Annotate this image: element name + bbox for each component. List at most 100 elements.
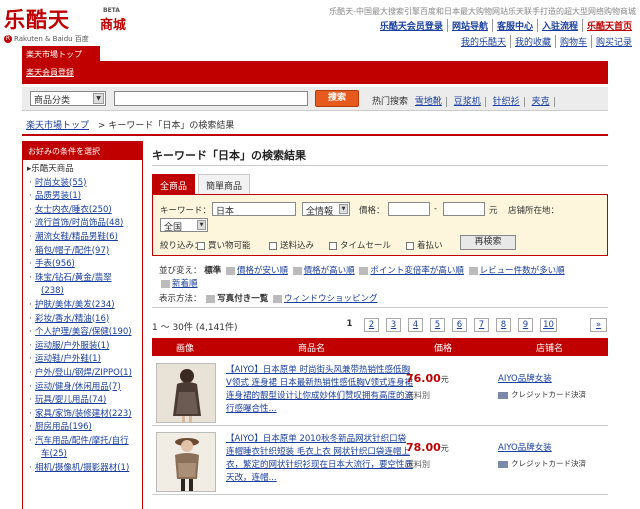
nav-home[interactable]: 乐酷天首页 bbox=[581, 19, 636, 32]
sidebar-category: 品质男装(1) bbox=[27, 190, 142, 204]
display-photo-list[interactable]: 写真付き一覧 bbox=[217, 294, 268, 304]
page-link[interactable]: 7 bbox=[474, 318, 489, 332]
page-next[interactable]: » bbox=[590, 318, 607, 332]
tab-all-products[interactable]: 全商品 bbox=[152, 174, 196, 194]
sidebar-category-link[interactable]: 珠宝/钻石/黄金/翡翠 bbox=[35, 273, 112, 283]
page-link[interactable]: 6 bbox=[452, 318, 467, 332]
search-filter-panel: キーワード： 日本 全情報 ▼ 價格： - 元 店铺所在地： 全国 ▼ 絞り込み： … bbox=[152, 194, 608, 256]
filter-checkbox[interactable]: 送料込み bbox=[269, 239, 314, 251]
sidebar-category-link[interactable]: 运动鞋/户外鞋(1) bbox=[35, 354, 101, 364]
nav-site-map[interactable]: 网站导航 bbox=[446, 19, 492, 32]
sidebar-category: 珠宝/钻石/黄金/翡翠 bbox=[27, 272, 142, 286]
logo-main-text: 乐酷天 bbox=[4, 7, 70, 32]
display-row: 表示方法： 写真付き一覧 ウィンドウショッピング bbox=[159, 292, 377, 304]
page-link[interactable]: 8 bbox=[496, 318, 511, 332]
sidebar-category-link[interactable]: 家具/家饰/装修建材(223) bbox=[35, 409, 132, 419]
logo[interactable]: 乐酷天 BETA 商城 R Rakuten & Baidu 百度 bbox=[4, 4, 154, 44]
table-row: 【AIYO】日本原单 2010秋冬新品网状针织口袋连帽睡衣针织短装 毛衣上衣 网… bbox=[152, 427, 608, 495]
search-input[interactable] bbox=[114, 91, 308, 106]
price-min-input[interactable] bbox=[388, 202, 430, 216]
filter-checkbox[interactable]: 買い物可能 bbox=[197, 239, 251, 251]
sort-standard[interactable]: 標準 bbox=[204, 266, 221, 276]
breadcrumb-root[interactable]: 楽天市場トップ bbox=[26, 121, 89, 131]
price-max-input[interactable] bbox=[443, 202, 485, 216]
search-bar: 商品分类 ▼ 搜索 热门搜索 雪地靴 豆浆机 针织衫 夹克 bbox=[22, 87, 608, 111]
sidebar-category-link[interactable]: 车(25) bbox=[41, 449, 67, 459]
shop-link[interactable]: AIYO品牌女装 bbox=[498, 441, 552, 453]
store-location-select[interactable]: 全国 ▼ bbox=[160, 218, 208, 233]
product-image[interactable] bbox=[156, 432, 216, 492]
hot-search-link[interactable]: 夹克 bbox=[531, 97, 555, 107]
sort-newest[interactable]: 新着順 bbox=[172, 279, 198, 289]
sidebar-category: 箱包/帽子/配件(97) bbox=[27, 245, 142, 259]
sidebar-category-link[interactable]: 汽车用品/配件/摩托/自行 bbox=[35, 436, 129, 446]
page-link[interactable]: 5 bbox=[430, 318, 445, 332]
checkbox-icon[interactable] bbox=[329, 241, 337, 250]
shipping-note: 送料別 bbox=[406, 391, 430, 400]
price-range-dash: - bbox=[434, 204, 438, 214]
hot-search-link[interactable]: 雪地靴 bbox=[414, 97, 447, 107]
tab-simple-products[interactable]: 簡單商品 bbox=[198, 174, 251, 194]
sort-price-desc[interactable]: 價格が高い順 bbox=[304, 266, 355, 276]
display-window-shopping[interactable]: ウィンドウショッピング bbox=[284, 294, 378, 304]
sidebar-root-category[interactable]: ▸乐酷天商品 bbox=[27, 163, 142, 177]
page-link[interactable]: 3 bbox=[386, 318, 401, 332]
sidebar-category-link[interactable]: 流行首饰/时尚饰品(48) bbox=[35, 218, 123, 228]
tab-market-top[interactable]: 楽天市場トップ bbox=[22, 46, 100, 61]
nav-customer-service[interactable]: 客服中心 bbox=[491, 19, 537, 32]
nav-member-login[interactable]: 乐酷天会员登录 bbox=[376, 19, 447, 32]
hot-search-link[interactable]: 针织衫 bbox=[492, 97, 525, 107]
member-register-link[interactable]: 楽天会員登録 bbox=[26, 67, 74, 78]
sort-reviews[interactable]: レビュー件数が多い順 bbox=[480, 266, 565, 276]
product-name-link[interactable]: 【AIYO】日本原单 2010秋冬新品网状针织口袋连帽睡衣针织短装 毛衣上衣 网… bbox=[226, 433, 414, 485]
sidebar-category: 相机/摄像机/摄影器材(1) bbox=[27, 462, 142, 476]
sidebar-category-link[interactable]: 运动服/户外服装(1) bbox=[35, 341, 109, 351]
filter-checkbox[interactable]: タイムセール bbox=[329, 239, 391, 251]
page-link[interactable]: 9 bbox=[518, 318, 533, 332]
sidebar-category-link[interactable]: 女士内衣/睡衣(250) bbox=[35, 205, 112, 215]
sidebar-category-link[interactable]: 手表(956) bbox=[35, 259, 75, 269]
category-select[interactable]: 商品分类 ▼ bbox=[30, 91, 106, 106]
checkbox-icon[interactable] bbox=[269, 241, 277, 250]
sidebar-category-link[interactable]: 护肤/美体/美发(234) bbox=[35, 300, 115, 310]
page-link[interactable]: 10 bbox=[540, 318, 557, 332]
sidebar-category-link[interactable]: 时尚女装(55) bbox=[35, 178, 86, 188]
search-button[interactable]: 搜索 bbox=[315, 90, 359, 107]
sidebar-category: 手表(956) bbox=[27, 258, 142, 272]
sort-icon bbox=[292, 266, 302, 275]
sort-icon bbox=[359, 266, 369, 275]
chevron-down-icon[interactable]: ▼ bbox=[93, 93, 104, 104]
sidebar-category-link[interactable]: 彩妆/香水/精油(16) bbox=[35, 314, 109, 324]
filter-checkbox[interactable]: 着払い bbox=[406, 239, 443, 251]
chevron-down-icon[interactable]: ▼ bbox=[339, 204, 348, 214]
sidebar-category-link[interactable]: 潮流女鞋/精品男鞋(6) bbox=[35, 232, 118, 242]
breadcrumb-current: キーワード「日本」の検索結果 bbox=[108, 121, 235, 131]
sidebar-category-link[interactable]: 箱包/帽子/配件(97) bbox=[35, 246, 109, 256]
page-link[interactable]: 2 bbox=[364, 318, 379, 332]
checkbox-icon[interactable] bbox=[197, 241, 205, 250]
research-button[interactable]: 再検索 bbox=[460, 235, 516, 250]
sort-points[interactable]: ポイント変倍率が高い順 bbox=[370, 266, 464, 276]
sort-price-asc[interactable]: 價格が安い順 bbox=[237, 266, 288, 276]
sidebar-category-link[interactable]: 厨房用品(196) bbox=[35, 422, 92, 432]
sidebar-category-link[interactable]: 玩具/婴儿用品(74) bbox=[35, 395, 106, 405]
hot-search-link[interactable]: 豆浆机 bbox=[453, 97, 486, 107]
product-price: 78.00元 bbox=[406, 441, 449, 454]
sidebar-category-link[interactable]: 运动/健身/休闲用品(7) bbox=[35, 382, 121, 392]
checkbox-icon[interactable] bbox=[406, 241, 414, 250]
sidebar-category-link[interactable]: 相机/摄像机/摄影器材(1) bbox=[35, 463, 129, 473]
shop-link[interactable]: AIYO品牌女装 bbox=[498, 372, 552, 384]
product-image[interactable] bbox=[156, 363, 216, 423]
product-name-link[interactable]: 【AIYO】日本原单 时尚街头风兼带热销性感低胸V领式 连身裙 日本最新热销性感… bbox=[226, 364, 414, 416]
scope-select[interactable]: 全情報 ▼ bbox=[302, 202, 350, 217]
nav-join-process[interactable]: 入驻流程 bbox=[536, 19, 582, 32]
keyword-input[interactable]: 日本 bbox=[212, 202, 296, 217]
payment-label: クレジットカード決済 bbox=[511, 390, 586, 399]
sidebar-category-link[interactable]: (238) bbox=[41, 286, 64, 296]
display-label: 表示方法： bbox=[159, 294, 202, 304]
chevron-down-icon[interactable]: ▼ bbox=[197, 220, 206, 230]
page-link[interactable]: 4 bbox=[408, 318, 423, 332]
sidebar-category-link[interactable]: 品质男装(1) bbox=[35, 191, 81, 201]
sidebar-category-link[interactable]: 户外/登山/钢焊/ZIPPO(1) bbox=[35, 368, 132, 378]
sidebar-category-link[interactable]: 个人护理/美容/保健(190) bbox=[35, 327, 132, 337]
